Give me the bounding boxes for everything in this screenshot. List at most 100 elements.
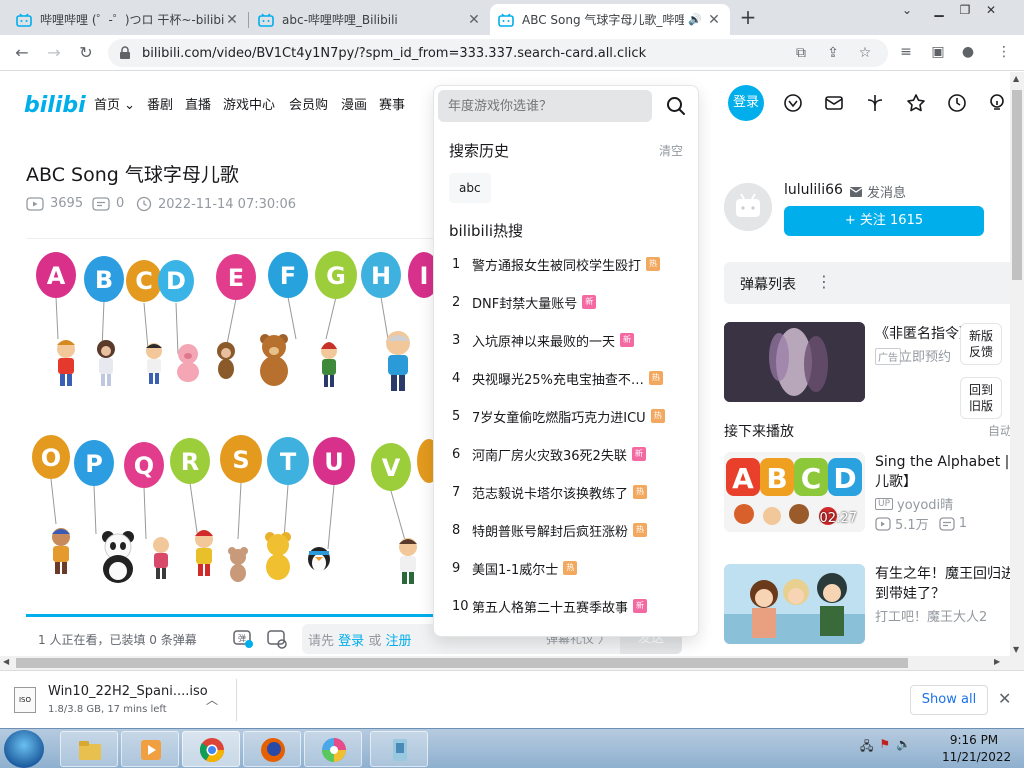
- scroll-left-arrow[interactable]: ◀: [3, 657, 9, 666]
- hot-search-item[interactable]: 10 第五人格第二十五赛季故事新: [434, 587, 700, 625]
- close-window-button[interactable]: ✕: [978, 0, 1004, 20]
- download-filename[interactable]: Win10_22H2_Spani....iso: [48, 684, 208, 699]
- close-tab-icon[interactable]: ✕: [706, 12, 722, 28]
- rec-thumbnail-1[interactable]: A B C D 02:27: [724, 452, 865, 532]
- back-button[interactable]: ←: [10, 41, 34, 65]
- ad-title[interactable]: 《非匿名指令》: [875, 323, 973, 343]
- search-history-item[interactable]: abc: [449, 173, 491, 203]
- video-player[interactable]: A B C D E F G H I O P Q R S T U V: [26, 238, 436, 616]
- rec-title-2[interactable]: 有生之年！魔王回归进到带娃了？: [875, 564, 1015, 604]
- creator-bulb-icon[interactable]: [986, 92, 1008, 114]
- rec-title-1[interactable]: Sing the Alphabet | 儿歌】: [875, 452, 1015, 492]
- lock-icon[interactable]: [118, 46, 132, 60]
- scrollbar-thumb[interactable]: [16, 658, 908, 668]
- close-tab-icon[interactable]: ✕: [466, 12, 482, 28]
- more-options-icon[interactable]: ⋮: [816, 272, 832, 291]
- hot-search-item[interactable]: 6 河南厂房火灾致36死2失联新: [434, 435, 700, 473]
- taskbar-chrome[interactable]: [182, 731, 240, 767]
- autoplay-toggle[interactable]: 自动: [988, 422, 1012, 439]
- uploader-name[interactable]: lulul​ili66: [784, 182, 843, 198]
- minimize-button[interactable]: ▁: [926, 0, 952, 20]
- profile-icon[interactable]: ●: [958, 42, 978, 62]
- tab-search-icon[interactable]: ⌄: [896, 0, 918, 20]
- taskbar-explorer[interactable]: [60, 731, 118, 767]
- nav-anime[interactable]: 番剧: [147, 94, 173, 113]
- taskbar-media-player[interactable]: [121, 731, 179, 767]
- hot-search-item[interactable]: 2 DNF封禁大量账号新: [434, 283, 700, 321]
- bookmark-star-icon[interactable]: ☆: [856, 44, 874, 62]
- new-tab-button[interactable]: +: [736, 6, 760, 30]
- favorites-star-icon[interactable]: [905, 92, 927, 114]
- hot-search-item[interactable]: 8 特朗普账号解封后疯狂涨粉热: [434, 511, 700, 549]
- taskbar-installer[interactable]: [370, 731, 428, 767]
- history-clock-icon[interactable]: [946, 92, 968, 114]
- url-field[interactable]: bilibili.com/video/BV1Ct4y1N7py/?spm_id_…: [108, 39, 888, 67]
- chrome-menu-icon[interactable]: ⋮: [994, 42, 1014, 62]
- danmaku-list-panel[interactable]: 弹幕列表 ⋮: [724, 262, 1014, 304]
- hot-search-item[interactable]: 1 警方通报女生被同校学生殴打热: [434, 245, 700, 283]
- action-center-icon[interactable]: ⚑: [879, 737, 890, 758]
- nav-live[interactable]: 直播: [185, 94, 211, 113]
- rec-uploader-1[interactable]: UP yoyodi晴: [875, 494, 953, 513]
- restore-button[interactable]: ❐: [952, 0, 978, 20]
- hot-search-item[interactable]: 7 范志毅说卡塔尔该换教练了热: [434, 473, 700, 511]
- hot-search-item[interactable]: 3 入坑原神以来最败的一天新: [434, 321, 700, 359]
- clear-history-button[interactable]: 清空: [659, 142, 683, 159]
- audio-playing-icon[interactable]: 🔊: [688, 13, 702, 26]
- horizontal-scrollbar[interactable]: ◀ ▶: [0, 656, 1024, 670]
- message-icon[interactable]: [823, 92, 845, 114]
- taskbar-app[interactable]: [304, 731, 362, 767]
- show-all-button[interactable]: Show all: [910, 685, 988, 715]
- nav-esports[interactable]: 赛事: [379, 94, 405, 113]
- dynamic-icon[interactable]: [864, 92, 886, 114]
- hot-search-item[interactable]: 9 美国1-1威尔士热: [434, 549, 700, 587]
- nav-home[interactable]: 首页 ⌄: [94, 94, 135, 113]
- follow-button[interactable]: + 关注 1615: [784, 206, 984, 236]
- new-version-feedback-button[interactable]: 新版 反馈: [960, 323, 1002, 365]
- send-message-link[interactable]: 发消息: [849, 182, 906, 201]
- share-icon[interactable]: ⇪: [824, 44, 842, 62]
- sidepanel-icon[interactable]: ▣: [928, 42, 948, 62]
- nav-manga[interactable]: 漫画: [341, 94, 367, 113]
- video-progress-bar[interactable]: [26, 614, 436, 617]
- volume-icon[interactable]: 🔊: [896, 737, 911, 758]
- browser-tab-3[interactable]: ABC Song 气球字母儿歌_哔哩 🔊 ✕: [490, 4, 730, 35]
- login-button[interactable]: 登录: [728, 85, 764, 121]
- ad-cta[interactable]: 立即预约: [899, 346, 951, 365]
- login-link[interactable]: 登录: [338, 634, 364, 649]
- media-control-icon[interactable]: ≡: [896, 42, 916, 62]
- uploader-avatar[interactable]: [724, 183, 772, 231]
- browser-tab-2[interactable]: abc-哔哩哔哩_Bilibili ✕: [250, 4, 490, 35]
- danmaku-settings-icon[interactable]: [266, 628, 288, 650]
- taskbar-clock[interactable]: 9:16 PM 11/21/2022: [942, 732, 1011, 766]
- reload-button[interactable]: ↻: [74, 41, 98, 65]
- vertical-scrollbar[interactable]: ▲ ▼: [1010, 72, 1024, 656]
- chevron-up-icon[interactable]: ︿: [206, 691, 218, 708]
- taskbar-firefox[interactable]: [243, 731, 301, 767]
- nav-game-center[interactable]: 游戏中心: [223, 94, 275, 113]
- register-link[interactable]: 注册: [385, 634, 411, 649]
- scroll-right-arrow[interactable]: ▶: [994, 657, 1000, 666]
- nav-mall[interactable]: 会员购: [289, 94, 328, 113]
- browser-tab-1[interactable]: 哔哩哔哩 (゜-゜)つロ 干杯~-bilibili ✕: [8, 4, 248, 35]
- start-button[interactable]: [4, 730, 44, 768]
- ad-thumbnail[interactable]: [724, 322, 865, 402]
- hot-search-item[interactable]: 4 央视曝光25%充电宝抽查不… 热: [434, 359, 700, 397]
- back-to-old-version-button[interactable]: 回到 旧版: [960, 377, 1002, 419]
- close-icon[interactable]: ✕: [998, 689, 1011, 708]
- scroll-down-arrow[interactable]: ▼: [1013, 645, 1019, 654]
- scrollbar-thumb[interactable]: [1012, 90, 1022, 280]
- network-icon[interactable]: 🖧: [860, 737, 873, 758]
- hot-search-item[interactable]: 5 7岁女童偷吃燃脂巧克力进ICU 热: [434, 397, 700, 435]
- vip-icon[interactable]: [782, 92, 804, 114]
- rec-uploader-2[interactable]: 打工吧！魔王大人2: [875, 606, 987, 625]
- scroll-up-arrow[interactable]: ▲: [1013, 74, 1019, 83]
- bilibili-logo[interactable]: bilibili: [24, 88, 86, 118]
- search-input[interactable]: [438, 90, 652, 122]
- search-icon[interactable]: [664, 94, 688, 118]
- forward-button[interactable]: →: [42, 41, 66, 65]
- danmaku-toggle-icon[interactable]: 弹: [232, 628, 254, 650]
- translate-icon[interactable]: ⧉: [792, 44, 810, 62]
- close-tab-icon[interactable]: ✕: [224, 12, 240, 28]
- rec-thumbnail-2[interactable]: [724, 564, 865, 644]
